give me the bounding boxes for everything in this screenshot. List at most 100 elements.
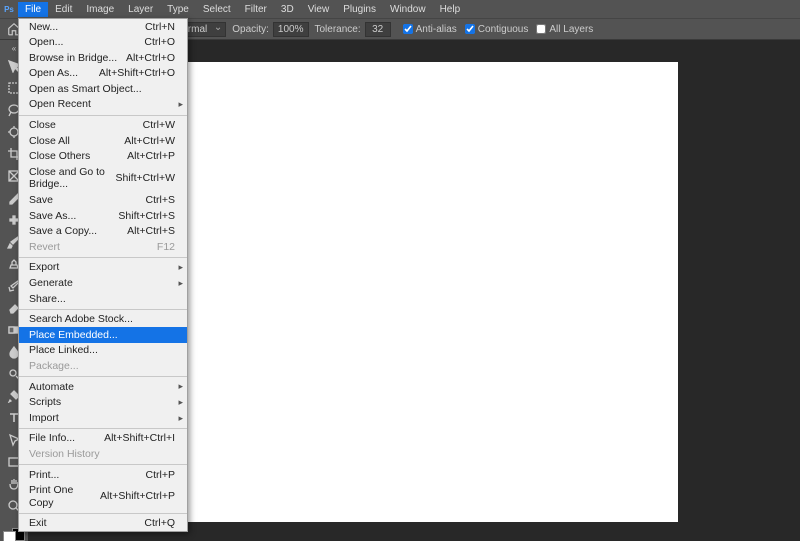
- color-swatches[interactable]: [3, 531, 25, 541]
- file-menu-dropdown: New...Ctrl+NOpen...Ctrl+OBrowse in Bridg…: [18, 18, 188, 532]
- option-anti-alias[interactable]: Anti-alias: [403, 24, 457, 35]
- menu-item-label: Generate: [29, 277, 73, 290]
- menu-item-label: Print One Copy: [29, 484, 100, 509]
- menu-separator: [19, 513, 187, 514]
- menu-separator: [19, 115, 187, 116]
- menu-filter[interactable]: Filter: [238, 2, 274, 17]
- file-menu-share[interactable]: Share...: [19, 291, 187, 307]
- menu-item-label: Export: [29, 261, 59, 274]
- menu-help[interactable]: Help: [433, 2, 468, 17]
- file-menu-browse-in-bridge[interactable]: Browse in Bridge...Alt+Ctrl+O: [19, 50, 187, 66]
- menu-item-label: Place Linked...: [29, 344, 98, 357]
- option-all-layers[interactable]: All Layers: [536, 24, 593, 35]
- menu-item-shortcut: Ctrl+W: [143, 119, 175, 132]
- file-menu-close[interactable]: Close Ctrl+W: [19, 118, 187, 134]
- menu-item-label: Open As...: [29, 67, 78, 80]
- menu-item-label: Package...: [29, 360, 79, 373]
- menu-item-shortcut: Alt+Shift+Ctrl+I: [104, 432, 175, 445]
- foreground-color-swatch[interactable]: [3, 531, 16, 541]
- file-menu-scripts[interactable]: Scripts: [19, 395, 187, 411]
- menu-item-shortcut: Ctrl+N: [145, 21, 175, 34]
- menu-item-label: Scripts: [29, 396, 61, 409]
- menu-item-label: Place Embedded...: [29, 329, 118, 342]
- menu-item-label: Save As...: [29, 210, 76, 223]
- menu-item-shortcut: Ctrl+S: [146, 194, 175, 207]
- menu-item-shortcut: Alt+Shift+Ctrl+P: [100, 490, 175, 503]
- file-menu-exit[interactable]: ExitCtrl+Q: [19, 516, 187, 532]
- file-menu-file-info[interactable]: File Info... Alt+Shift+Ctrl+I: [19, 431, 187, 447]
- file-menu-open-recent[interactable]: Open Recent: [19, 97, 187, 113]
- file-menu-open[interactable]: Open... Ctrl+O: [19, 35, 187, 51]
- menu-type[interactable]: Type: [160, 2, 196, 17]
- file-menu-export[interactable]: Export: [19, 260, 187, 276]
- file-menu-revert: Revert F12: [19, 239, 187, 255]
- menu-item-shortcut: Alt+Ctrl+P: [127, 150, 175, 163]
- menu-item-label: Open Recent: [29, 98, 91, 111]
- menubar: Ps FileEditImageLayerTypeSelectFilter3DV…: [0, 0, 800, 18]
- opacity-label: Opacity:: [232, 24, 269, 35]
- file-menu-close-and-go-to-bridge[interactable]: Close and Go to Bridge...Shift+Ctrl+W: [19, 164, 187, 192]
- menu-item-label: Revert: [29, 241, 60, 254]
- opacity-value[interactable]: 100%: [273, 22, 309, 37]
- file-menu-package: Package...: [19, 358, 187, 374]
- menu-item-label: Close: [29, 119, 56, 132]
- menu-item-label: Close All: [29, 135, 70, 148]
- menu-item-label: New...: [29, 21, 58, 34]
- file-menu-save-a-copy[interactable]: Save a Copy... Alt+Ctrl+S: [19, 224, 187, 240]
- menu-item-label: Save: [29, 194, 53, 207]
- menu-plugins[interactable]: Plugins: [336, 2, 383, 17]
- menu-item-shortcut: Ctrl+O: [144, 36, 175, 49]
- tolerance-value[interactable]: 32: [365, 22, 391, 37]
- menu-item-label: Open as Smart Object...: [29, 83, 142, 96]
- file-menu-version-history: Version History: [19, 446, 187, 462]
- menu-item-shortcut: Shift+Ctrl+W: [115, 172, 175, 185]
- file-menu-new[interactable]: New... Ctrl+N: [19, 19, 187, 35]
- file-menu-generate[interactable]: Generate: [19, 276, 187, 292]
- menu-file[interactable]: File: [18, 2, 48, 17]
- file-menu-import[interactable]: Import: [19, 410, 187, 426]
- menu-item-shortcut: Ctrl+P: [146, 469, 175, 482]
- file-menu-open-as[interactable]: Open As... Alt+Shift+Ctrl+O: [19, 66, 187, 82]
- file-menu-place-linked[interactable]: Place Linked...: [19, 343, 187, 359]
- file-menu-close-all[interactable]: Close All Alt+Ctrl+W: [19, 133, 187, 149]
- menu-select[interactable]: Select: [196, 2, 238, 17]
- menu-layer[interactable]: Layer: [121, 2, 160, 17]
- menu-item-label: Save a Copy...: [29, 225, 97, 238]
- menu-item-label: Exit: [29, 517, 47, 530]
- document-canvas[interactable]: [168, 62, 678, 522]
- menu-item-label: Close and Go to Bridge...: [29, 166, 115, 191]
- option-contiguous[interactable]: Contiguous: [465, 24, 529, 35]
- menu-window[interactable]: Window: [383, 2, 433, 17]
- menu-item-label: Version History: [29, 448, 100, 461]
- file-menu-save[interactable]: Save Ctrl+S: [19, 193, 187, 209]
- file-menu-print-one-copy[interactable]: Print One CopyAlt+Shift+Ctrl+P: [19, 483, 187, 511]
- menu-3d[interactable]: 3D: [274, 2, 301, 17]
- menu-item-shortcut: F12: [157, 241, 175, 254]
- menu-item-shortcut: Shift+Ctrl+S: [118, 210, 175, 223]
- menu-item-label: Browse in Bridge...: [29, 52, 117, 65]
- app-icon: Ps: [0, 5, 18, 14]
- tolerance-label: Tolerance:: [315, 24, 361, 35]
- menu-item-label: Close Others: [29, 150, 90, 163]
- menu-separator: [19, 428, 187, 429]
- menu-item-shortcut: Alt+Shift+Ctrl+O: [99, 67, 175, 80]
- file-menu-save-as[interactable]: Save As... Shift+Ctrl+S: [19, 208, 187, 224]
- file-menu-search-adobe-stock[interactable]: Search Adobe Stock...: [19, 312, 187, 328]
- menu-separator: [19, 376, 187, 377]
- menu-item-label: Open...: [29, 36, 63, 49]
- file-menu-print[interactable]: Print...Ctrl+P: [19, 467, 187, 483]
- menu-edit[interactable]: Edit: [48, 2, 79, 17]
- file-menu-close-others[interactable]: Close Others Alt+Ctrl+P: [19, 149, 187, 165]
- menu-separator: [19, 257, 187, 258]
- menu-item-shortcut: Alt+Ctrl+S: [127, 225, 175, 238]
- file-menu-place-embedded[interactable]: Place Embedded...: [19, 327, 187, 343]
- file-menu-automate[interactable]: Automate: [19, 379, 187, 395]
- menu-item-shortcut: Alt+Ctrl+W: [124, 135, 175, 148]
- menu-separator: [19, 309, 187, 310]
- menu-image[interactable]: Image: [79, 2, 121, 17]
- file-menu-open-as-smart-object[interactable]: Open as Smart Object...: [19, 81, 187, 97]
- menu-item-label: Search Adobe Stock...: [29, 313, 133, 326]
- menu-view[interactable]: View: [301, 2, 337, 17]
- menu-item-label: File Info...: [29, 432, 75, 445]
- menu-item-label: Import: [29, 412, 59, 425]
